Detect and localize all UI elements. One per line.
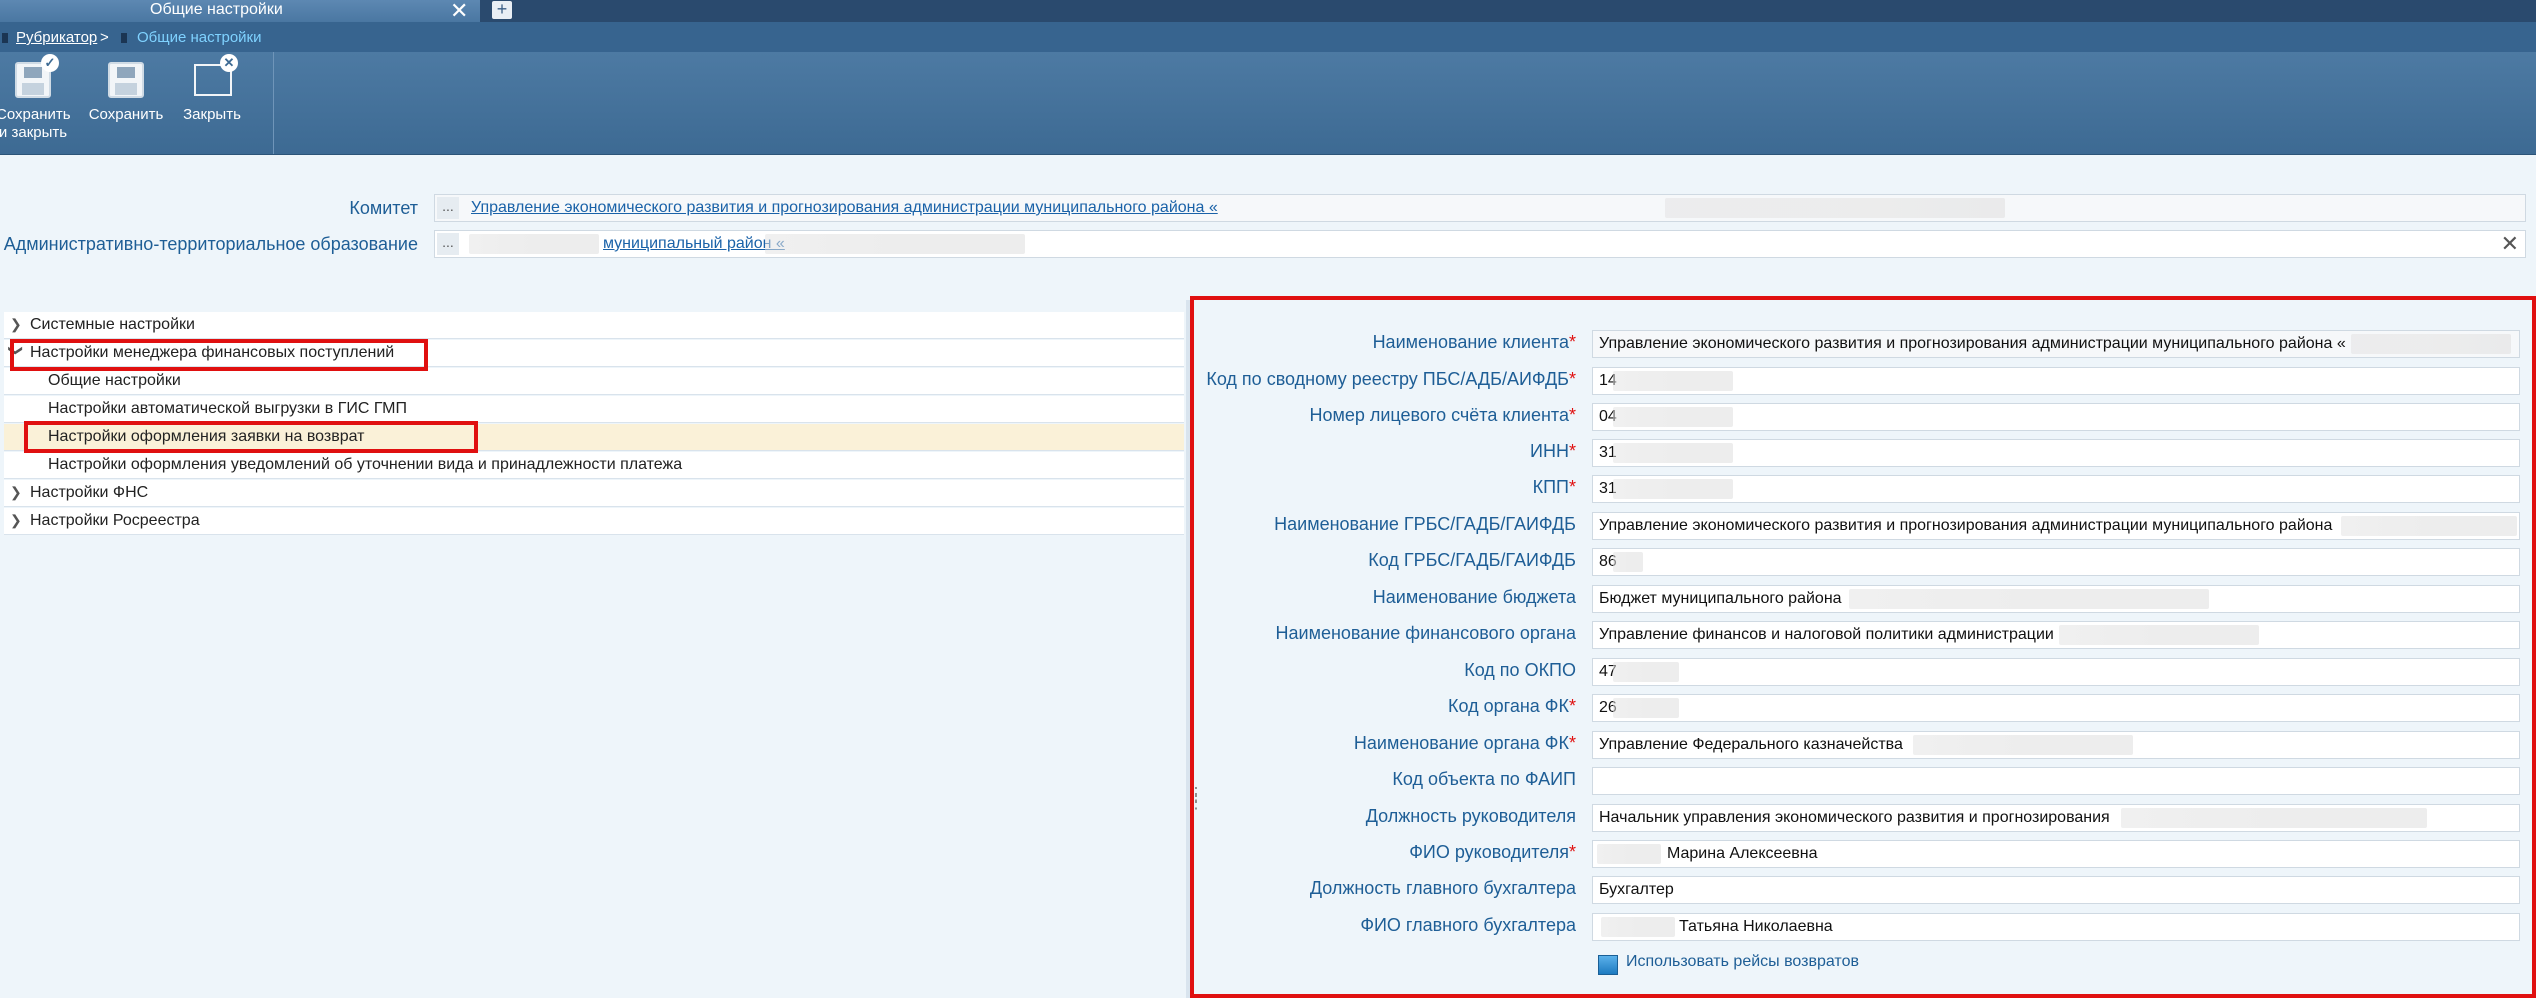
chevron-right-icon[interactable]: ❯: [10, 512, 22, 529]
faip-code-field[interactable]: [1592, 767, 2520, 795]
ato-field[interactable]: ... муниципальный район « ✕: [434, 230, 2526, 258]
save-and-close-icon: ✓: [13, 54, 59, 100]
accountant-position-field[interactable]: Бухгалтер: [1592, 876, 2520, 904]
highlight-finance-manager: [10, 339, 428, 371]
accountant-position-label: Должность главного бухгалтера: [1309, 878, 1576, 898]
accountant-name-label: ФИО главного бухгалтера: [1360, 915, 1576, 935]
head-position-label: Должность руководителя: [1365, 806, 1576, 826]
fk-code-label: Код органа ФК*: [1448, 696, 1576, 716]
save-label: Сохранить: [88, 106, 164, 123]
tree-item-fns[interactable]: ❯ Настройки ФНС: [4, 480, 1184, 507]
grbs-code-label: Код ГРБС/ГАДБ/ГАИФДБ: [1368, 550, 1576, 570]
account-number-label: Номер лицевого счёта клиента*: [1309, 405, 1576, 425]
window-tabbar: Общие настройки ✕ +: [0, 0, 2536, 24]
kpp-label: КПП*: [1532, 477, 1576, 497]
breadcrumb-separator: >: [100, 29, 109, 46]
kpp-field[interactable]: 31: [1592, 475, 2520, 503]
client-name-field[interactable]: Управление экономического развития и про…: [1592, 330, 2520, 358]
okpo-code-field[interactable]: 47: [1592, 658, 2520, 686]
save-button[interactable]: Сохранить: [84, 56, 168, 124]
tree-item-label: Настройки оформления уведомлений об уточ…: [48, 456, 683, 473]
okpo-code-label: Код по ОКПО: [1464, 660, 1576, 680]
account-number-field[interactable]: 04: [1592, 403, 2520, 431]
committee-field[interactable]: ... Управление экономического развития и…: [434, 194, 2526, 222]
close-label: Закрыть: [183, 106, 241, 123]
use-refund-runs-checkbox[interactable]: [1598, 955, 1618, 975]
save-and-close-label: Сохранить и закрыть: [0, 106, 71, 141]
tree-item-label: Настройки автоматической выгрузки в ГИС …: [48, 400, 408, 417]
fk-code-field[interactable]: 26: [1592, 694, 2520, 722]
toolbar-divider: [273, 52, 274, 154]
head-name-label: ФИО руководителя*: [1409, 842, 1576, 862]
chevron-right-icon[interactable]: ❯: [10, 316, 22, 333]
ato-value[interactable]: муниципальный район «: [603, 235, 785, 253]
inn-label: ИНН*: [1530, 441, 1576, 461]
save-and-close-button[interactable]: ✓ Сохранить и закрыть: [0, 54, 71, 142]
ato-label: Административно-территориальное образова…: [3, 234, 418, 254]
tree-item-gis-gmp-export[interactable]: Настройки автоматической выгрузки в ГИС …: [4, 396, 1184, 423]
highlight-refund-request: [24, 421, 478, 453]
tree-item-label: Системные настройки: [30, 316, 195, 333]
add-tab-icon[interactable]: +: [492, 0, 512, 19]
breadcrumb-root-link[interactable]: Рубрикатор: [16, 29, 97, 46]
ato-select-icon[interactable]: ...: [437, 233, 459, 255]
chevron-right-icon[interactable]: ❯: [10, 484, 22, 501]
committee-value[interactable]: Управление экономического развития и про…: [471, 199, 1218, 217]
registry-code-field[interactable]: 14: [1592, 367, 2520, 395]
tab-general-settings[interactable]: Общие настройки ✕: [0, 0, 480, 24]
toolbar: ✓ Сохранить и закрыть Сохранить ✕ Закрыт…: [0, 52, 2536, 155]
faip-code-label: Код объекта по ФАИП: [1392, 769, 1576, 789]
inn-field[interactable]: 31: [1592, 439, 2520, 467]
document-icon: [121, 33, 127, 43]
tree-item-system-settings[interactable]: ❯ Системные настройки: [4, 312, 1184, 339]
finance-body-name-field[interactable]: Управление финансов и налоговой политики…: [1592, 621, 2520, 649]
breadcrumb-current: Общие настройки: [137, 29, 262, 46]
head-name-field[interactable]: Марина Алексеевна: [1592, 840, 2520, 868]
tree-item-label: Общие настройки: [48, 372, 181, 389]
registry-code-label: Код по сводному реестру ПБС/АДБ/АИФДБ*: [1206, 369, 1576, 389]
clear-icon[interactable]: ✕: [2501, 231, 2519, 257]
committee-label: Комитет: [349, 198, 418, 218]
tree-item-payment-notifications[interactable]: Настройки оформления уведомлений об уточ…: [4, 452, 1184, 479]
accountant-name-field[interactable]: Татьяна Николаевна: [1592, 913, 2520, 941]
finance-body-name-label: Наименование финансового органа: [1275, 623, 1576, 643]
save-icon: [106, 56, 146, 100]
tree-item-rosreestr[interactable]: ❯ Настройки Росреестра: [4, 508, 1184, 535]
close-window-icon: ✕: [192, 54, 238, 100]
committee-select-icon[interactable]: ...: [437, 197, 459, 219]
folder-icon: [2, 33, 8, 43]
use-refund-runs-label[interactable]: Использовать рейсы возвратов: [1626, 953, 1859, 971]
tree-item-label: Настройки ФНС: [30, 484, 149, 501]
grbs-name-field[interactable]: Управление экономического развития и про…: [1592, 512, 2520, 540]
close-button[interactable]: ✕ Закрыть: [180, 54, 244, 124]
close-tab-icon[interactable]: ✕: [450, 0, 468, 24]
grbs-name-label: Наименование ГРБС/ГАДБ/ГАИФДБ: [1274, 514, 1576, 534]
client-name-label: Наименование клиента*: [1372, 332, 1576, 352]
budget-name-field[interactable]: Бюджет муниципального района: [1592, 585, 2520, 613]
fk-name-field[interactable]: Управление Федерального казначейства: [1592, 731, 2520, 759]
fk-name-label: Наименование органа ФК*: [1353, 733, 1576, 753]
head-position-field[interactable]: Начальник управления экономического разв…: [1592, 804, 2520, 832]
budget-name-label: Наименование бюджета: [1372, 587, 1576, 607]
tree-item-general-settings[interactable]: Общие настройки: [4, 368, 1184, 395]
breadcrumb: Рубрикатор > Общие настройки: [0, 22, 2536, 52]
tree-item-label: Настройки Росреестра: [30, 512, 200, 529]
tab-title: Общие настройки: [150, 1, 283, 18]
grbs-code-field[interactable]: 86: [1592, 548, 2520, 576]
